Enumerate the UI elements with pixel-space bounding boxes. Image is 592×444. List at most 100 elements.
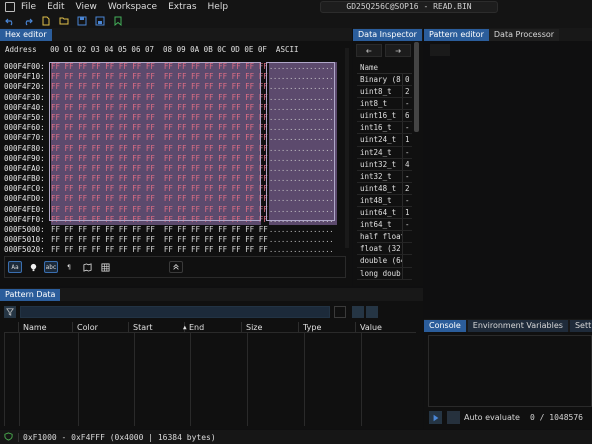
hex-bytes[interactable]: FF FF FF FF FF FF FF FF FF FF FF FF FF F… bbox=[51, 92, 268, 103]
hex-bytes[interactable]: FF FF FF FF FF FF FF FF FF FF FF FF FF F… bbox=[51, 245, 268, 255]
inspector-row[interactable]: int64_t - bbox=[357, 219, 412, 232]
ascii-toggle-button[interactable]: abc bbox=[44, 261, 58, 273]
run-button[interactable] bbox=[429, 411, 442, 424]
hex-ascii[interactable]: ................ bbox=[269, 163, 337, 175]
expand-icon[interactable] bbox=[352, 306, 364, 318]
save-as-icon[interactable] bbox=[95, 16, 105, 26]
hex-ascii[interactable]: ................ bbox=[269, 184, 337, 195]
inspector-row[interactable]: uint24_t 1 bbox=[357, 134, 412, 147]
col-name[interactable]: Name bbox=[18, 322, 72, 332]
hex-ascii[interactable]: ................ bbox=[269, 214, 337, 225]
hex-row[interactable]: 000F4FD0: FF FF FF FF FF FF FF FF FF FF F… bbox=[4, 194, 337, 205]
hex-row[interactable]: 000F4F00: FF FF FF FF FF FF FF FF FF FF F… bbox=[4, 62, 337, 73]
auto-evaluate-checkbox[interactable] bbox=[447, 411, 460, 424]
hex-bytes[interactable]: FF FF FF FF FF FF FF FF FF FF FF FF FF F… bbox=[51, 123, 268, 134]
hex-ascii[interactable]: ................ bbox=[269, 235, 337, 245]
bookmark-icon[interactable] bbox=[113, 16, 123, 26]
inspector-row[interactable]: float (32 bbox=[357, 243, 412, 256]
inspector-row[interactable]: uint8_t 2 bbox=[357, 86, 412, 99]
inspector-row[interactable]: int24_t - bbox=[357, 146, 412, 159]
menu-view[interactable]: View bbox=[76, 2, 97, 12]
hex-row[interactable]: 000F4F10: FF FF FF FF FF FF FF FF FF FF F… bbox=[4, 72, 337, 83]
hex-row[interactable]: 000F4F30: FF FF FF FF FF FF FF FF FF FF F… bbox=[4, 92, 337, 103]
inspector-row[interactable]: long doub bbox=[357, 267, 412, 280]
hex-ascii[interactable]: ................ bbox=[269, 225, 337, 235]
scroll-up-icon[interactable] bbox=[169, 261, 183, 273]
col-end[interactable]: End bbox=[184, 322, 241, 332]
menu-edit[interactable]: Edit bbox=[47, 2, 64, 12]
hex-ascii[interactable]: ................ bbox=[269, 245, 337, 255]
hex-row[interactable]: 000F4F60: FF FF FF FF FF FF FF FF FF FF F… bbox=[4, 123, 337, 134]
back-arrow-icon[interactable] bbox=[356, 44, 382, 57]
export-icon[interactable] bbox=[334, 306, 346, 318]
hex-row[interactable]: 000F4FE0: FF FF FF FF FF FF FF FF FF FF F… bbox=[4, 204, 337, 215]
grid-icon[interactable] bbox=[98, 261, 112, 273]
tab-environment-variables[interactable]: Environment Variables bbox=[467, 320, 568, 332]
jump-icon[interactable] bbox=[388, 306, 400, 318]
hex-row[interactable]: 000F4F70: FF FF FF FF FF FF FF FF FF FF F… bbox=[4, 133, 337, 144]
hex-bytes[interactable]: FF FF FF FF FF FF FF FF FF FF FF FF FF F… bbox=[51, 225, 268, 235]
inspector-row[interactable]: uint32_t 4 bbox=[357, 158, 412, 171]
hex-ascii[interactable]: ................ bbox=[269, 62, 337, 73]
hex-row[interactable]: 000F4F20: FF FF FF FF FF FF FF FF FF FF F… bbox=[4, 82, 337, 93]
menu-help[interactable]: Help bbox=[208, 2, 229, 12]
case-toggle-button[interactable]: Aa bbox=[8, 261, 22, 273]
new-file-icon[interactable] bbox=[41, 16, 51, 26]
inspector-row[interactable]: uint16_t 6 bbox=[357, 110, 412, 123]
hex-ascii[interactable]: ................ bbox=[269, 174, 337, 185]
hex-bytes[interactable]: FF FF FF FF FF FF FF FF FF FF FF FF FF F… bbox=[51, 143, 268, 154]
hex-bytes[interactable]: FF FF FF FF FF FF FF FF FF FF FF FF FF F… bbox=[51, 235, 268, 245]
hex-row[interactable]: 000F4F80: FF FF FF FF FF FF FF FF FF FF F… bbox=[4, 143, 337, 154]
lightbulb-icon[interactable] bbox=[26, 261, 40, 273]
inspector-row[interactable]: half float bbox=[357, 231, 412, 244]
redo-icon[interactable] bbox=[23, 16, 33, 26]
hex-ascii[interactable]: ................ bbox=[269, 143, 337, 154]
col-value[interactable]: Value bbox=[355, 322, 409, 332]
undo-icon[interactable] bbox=[5, 16, 15, 26]
hex-row[interactable]: 000F5000: FF FF FF FF FF FF FF FF FF FF F… bbox=[4, 225, 337, 235]
hex-row[interactable]: 000F4FF0: FF FF FF FF FF FF FF FF FF FF F… bbox=[4, 214, 337, 225]
hex-ascii[interactable]: ................ bbox=[269, 204, 337, 215]
hex-ascii[interactable]: ................ bbox=[269, 123, 337, 134]
hex-bytes[interactable]: FF FF FF FF FF FF FF FF FF FF FF FF FF F… bbox=[51, 163, 268, 175]
tab-pattern-editor[interactable]: Pattern editor bbox=[424, 29, 489, 41]
inspector-row[interactable]: int16_t - bbox=[357, 122, 412, 135]
tab-settings[interactable]: Settings bbox=[569, 320, 592, 332]
hex-row[interactable]: 000F4F40: FF FF FF FF FF FF FF FF FF FF F… bbox=[4, 102, 337, 113]
hex-bytes[interactable]: FF FF FF FF FF FF FF FF FF FF FF FF FF F… bbox=[51, 204, 268, 215]
inspector-row[interactable]: int32_t - bbox=[357, 170, 412, 183]
tab-hex-editor[interactable]: Hex editor bbox=[0, 29, 52, 41]
map-icon[interactable] bbox=[80, 261, 94, 273]
hex-ascii[interactable]: ................ bbox=[269, 72, 337, 83]
tab-data-inspector[interactable]: Data Inspector bbox=[353, 29, 422, 41]
hex-bytes[interactable]: FF FF FF FF FF FF FF FF FF FF FF FF FF F… bbox=[51, 102, 268, 113]
hex-ascii[interactable]: ................ bbox=[269, 194, 337, 205]
pattern-search-input[interactable] bbox=[20, 306, 330, 318]
inspector-row[interactable]: int8_t - bbox=[357, 98, 412, 111]
menu-workspace[interactable]: Workspace bbox=[108, 2, 157, 12]
inspector-scrollbar[interactable] bbox=[414, 42, 419, 132]
open-folder-icon[interactable] bbox=[59, 16, 69, 26]
hex-bytes[interactable]: FF FF FF FF FF FF FF FF FF FF FF FF FF F… bbox=[51, 184, 268, 195]
tab-console[interactable]: Console bbox=[424, 320, 466, 332]
inspector-row[interactable]: uint64_t 1 bbox=[357, 207, 412, 220]
inspector-row[interactable]: double (64 bbox=[357, 255, 412, 268]
hex-ascii[interactable]: ................ bbox=[269, 102, 337, 113]
hex-row[interactable]: 000F4F90: FF FF FF FF FF FF FF FF FF FF F… bbox=[4, 153, 337, 164]
col-start[interactable]: Start bbox=[128, 322, 184, 332]
hex-ascii[interactable]: ................ bbox=[269, 82, 337, 93]
hex-row[interactable]: 000F5010: FF FF FF FF FF FF FF FF FF FF F… bbox=[4, 235, 337, 245]
hex-bytes[interactable]: FF FF FF FF FF FF FF FF FF FF FF FF FF F… bbox=[51, 82, 268, 93]
col-type[interactable]: Type bbox=[298, 322, 355, 332]
inspector-row[interactable]: int48_t - bbox=[357, 194, 412, 208]
tab-pattern-data[interactable]: Pattern Data bbox=[0, 289, 61, 301]
hex-row[interactable]: 000F4F50: FF FF FF FF FF FF FF FF FF FF F… bbox=[4, 112, 337, 124]
menu-extras[interactable]: Extras bbox=[168, 2, 196, 12]
hex-row[interactable]: 000F4FA0: FF FF FF FF FF FF FF FF FF FF F… bbox=[4, 163, 337, 175]
paragraph-button[interactable]: ¶ bbox=[62, 261, 76, 273]
inspector-row[interactable]: uint48_t 2 bbox=[357, 182, 412, 195]
hex-bytes[interactable]: FF FF FF FF FF FF FF FF FF FF FF FF FF F… bbox=[51, 214, 268, 225]
collapse-icon[interactable] bbox=[366, 306, 378, 318]
inspector-row[interactable]: Binary (8 0 bbox=[357, 74, 412, 87]
hex-scrollbar[interactable] bbox=[345, 48, 349, 248]
